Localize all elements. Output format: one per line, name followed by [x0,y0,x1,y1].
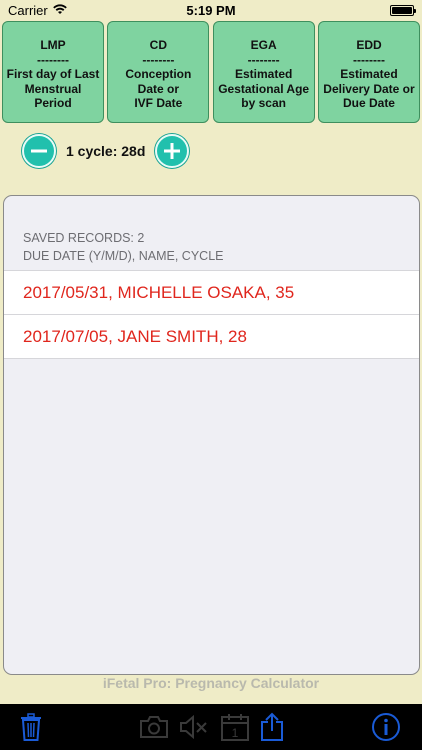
mode-title: LMP [40,38,66,52]
mode-description: Conception Date or IVF Date [125,67,192,110]
calculation-mode-buttons: LMP -------- First day of Last Menstrual… [2,21,420,123]
camera-icon [140,716,168,738]
mode-description: Estimated Gestational Age by scan [218,67,310,110]
ega-button[interactable]: EGA -------- Estimated Gestational Age b… [212,21,315,123]
mute-icon [180,714,207,740]
info-icon [372,713,400,741]
mode-title: EDD [356,38,382,52]
cycle-length-label: 1 cycle: 28d [66,143,146,159]
battery-icon [390,4,416,16]
mode-title: CD [149,38,167,52]
share-button[interactable] [257,712,287,742]
info-button[interactable] [371,712,401,742]
records-header: SAVED RECORDS: 2 DUE DATE (Y/M/D), NAME,… [4,196,419,270]
mode-separator: -------- [353,52,385,67]
mode-separator: -------- [37,52,69,67]
record-row[interactable]: 2017/05/31, MICHELLE OSAKA, 35 [4,271,419,315]
share-icon [261,712,283,741]
saved-records-count: SAVED RECORDS: 2 [23,231,145,245]
decrease-cycle-button[interactable] [22,134,56,168]
mode-title: EGA [250,38,277,52]
cd-button[interactable]: CD -------- Conception Date or IVF Date [107,21,210,123]
calendar-day: 1 [232,726,239,740]
app-title: iFetal Pro: Pregnancy Calculator [102,675,320,691]
mode-description: Estimated Delivery Date or Due Date [323,67,415,110]
mode-separator: -------- [142,52,175,67]
lmp-button[interactable]: LMP -------- First day of Last Menstrual… [2,21,104,123]
trash-icon [21,713,41,741]
delete-button[interactable] [16,712,46,742]
status-time: 5:19 PM [186,2,236,18]
mode-separator: -------- [247,52,280,67]
plus-icon [164,143,181,159]
records-list: 2017/05/31, MICHELLE OSAKA, 35 2017/07/0… [4,270,419,359]
status-right [390,4,416,16]
cycle-length-control: 1 cycle: 28d [22,133,190,169]
minus-icon [31,149,47,153]
mute-button[interactable] [179,712,209,742]
calendar-button[interactable]: 1 [220,712,250,742]
app-screen: Carrier 5:19 PM LMP -------- First day o… [0,0,422,750]
camera-button[interactable] [139,712,169,742]
increase-cycle-button[interactable] [155,134,190,168]
record-row[interactable]: 2017/07/05, JANE SMITH, 28 [4,315,419,359]
saved-records-panel: SAVED RECORDS: 2 DUE DATE (Y/M/D), NAME,… [3,195,420,675]
status-bar: Carrier 5:19 PM [0,0,422,20]
bottom-toolbar: 1 [0,704,422,750]
calendar-icon: 1 [221,714,249,741]
mode-description: First day of Last Menstrual Period [6,67,100,110]
records-columns-label: DUE DATE (Y/M/D), NAME, CYCLE [23,249,224,263]
edd-button[interactable]: EDD -------- Estimated Delivery Date or … [317,21,420,123]
